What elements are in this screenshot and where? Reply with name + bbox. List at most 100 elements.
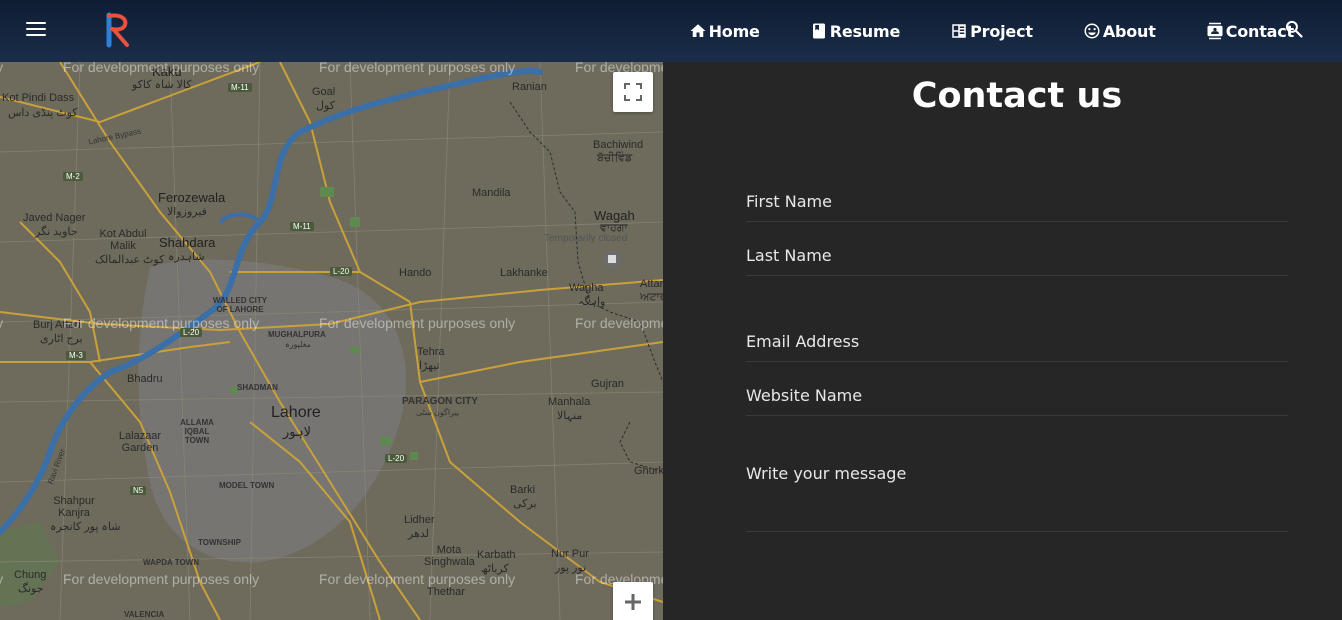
smile-icon bbox=[1084, 23, 1100, 39]
map-label: کوٹ پنڈی داس bbox=[8, 107, 78, 119]
map-label: برج اٹاری bbox=[40, 333, 83, 345]
map-label: Tehra bbox=[417, 346, 445, 358]
nav-resume[interactable]: Resume bbox=[810, 22, 900, 41]
map-label: منہالا bbox=[557, 410, 583, 422]
map-label: Thethar bbox=[427, 586, 465, 598]
map-label: MODEL TOWN bbox=[219, 481, 275, 490]
map-label: مغلپورہ bbox=[285, 340, 311, 349]
map-label: شاہ پور کانجرہ bbox=[50, 521, 121, 533]
map-label: Mandila bbox=[472, 187, 511, 199]
map-label: Barki bbox=[510, 484, 536, 496]
fullscreen-icon bbox=[624, 83, 642, 101]
logo[interactable] bbox=[103, 12, 133, 48]
nav-home-label: Home bbox=[708, 21, 760, 41]
map-label: جونگ bbox=[18, 583, 44, 595]
map-label: Kot Abdul Malik bbox=[99, 228, 147, 252]
map-label: Ferozewala bbox=[158, 190, 226, 205]
map-label: Bachiwind bbox=[593, 139, 644, 151]
zoom-in-button[interactable] bbox=[613, 582, 653, 620]
map-label: کالا شاہ کاکو bbox=[132, 79, 192, 91]
map-watermark: For development purposes only bbox=[63, 315, 260, 331]
nav-links: Home Resume Project About Contact bbox=[639, 0, 1294, 62]
nav-about-label: About bbox=[1102, 21, 1156, 41]
last-name-input[interactable] bbox=[746, 236, 1288, 276]
map-label: Goal bbox=[312, 86, 336, 98]
map-watermark: For development purposes only bbox=[319, 62, 516, 75]
map-watermark: For development purposes only bbox=[63, 571, 260, 587]
map-label: کول bbox=[316, 100, 335, 112]
nav-resume-label: Resume bbox=[829, 21, 901, 41]
map-watermark: For development purposes only bbox=[0, 62, 3, 75]
map-label: Lahore bbox=[271, 404, 321, 421]
nav-home[interactable]: Home bbox=[689, 22, 760, 41]
map-label: Hando bbox=[399, 267, 432, 279]
map-label: کوٹ عبدالمالک bbox=[95, 254, 165, 266]
map-label: Attari bbox=[640, 278, 663, 290]
contact-icon bbox=[1207, 22, 1223, 40]
map-label: TOWNSHIP bbox=[198, 538, 241, 547]
map-label: ਅਟਾਰੀ bbox=[640, 291, 663, 303]
search-icon[interactable] bbox=[1284, 19, 1304, 39]
map-label: Lalazaar Garden bbox=[118, 430, 162, 454]
map-label: Bhadru bbox=[127, 373, 163, 385]
map-label: Manhala bbox=[548, 396, 591, 408]
message-textarea[interactable] bbox=[746, 464, 1288, 532]
map-label: Javed Nager bbox=[23, 212, 86, 224]
map-label: پیراگون سٹی bbox=[416, 408, 460, 417]
map-label: Nur Pur bbox=[551, 548, 589, 560]
plus-icon bbox=[625, 594, 641, 610]
map-label: ALLAMA IQBAL TOWN bbox=[180, 418, 214, 445]
map-watermark: For development purposes only bbox=[0, 571, 3, 587]
nav-project[interactable]: Project bbox=[950, 22, 1033, 41]
map-label: Lidher bbox=[404, 514, 435, 526]
map-watermark: For development purposes only bbox=[319, 315, 516, 331]
road-badge: L-20 bbox=[385, 454, 408, 463]
map-label: ਬੱਚੀਵਿੰਡ bbox=[597, 152, 633, 164]
map-label: Mota Singhwala bbox=[424, 544, 475, 568]
map-watermark: For development purposes only bbox=[0, 315, 3, 331]
map-label: برکی bbox=[513, 498, 537, 510]
map-watermark: For development purposes only bbox=[63, 62, 260, 75]
map-label: جاوید نگر bbox=[35, 226, 78, 238]
map-label: Shahdara bbox=[159, 235, 216, 250]
home-icon bbox=[690, 24, 706, 37]
map-label: واہگہ bbox=[578, 296, 606, 308]
map-label: Karbath bbox=[477, 549, 516, 561]
map-label: WAPDA TOWN bbox=[143, 558, 199, 567]
map-label: Ghurk bbox=[634, 465, 663, 477]
contact-title: Contact us bbox=[911, 76, 1123, 116]
menu-icon[interactable] bbox=[26, 22, 46, 38]
project-icon bbox=[952, 24, 966, 38]
resume-icon bbox=[812, 23, 825, 39]
road-badge: M-3 bbox=[66, 351, 86, 360]
map-label: Shahpur Kanjra bbox=[53, 495, 95, 519]
top-navbar: Home Resume Project About Contact bbox=[0, 0, 1342, 62]
map-label: PARAGON CITY bbox=[402, 396, 478, 407]
nav-contact[interactable]: Contact bbox=[1206, 22, 1294, 41]
road-badge: M-11 bbox=[290, 222, 314, 231]
fullscreen-button[interactable] bbox=[613, 72, 653, 112]
website-input[interactable] bbox=[746, 376, 1288, 416]
map-label: WALLED CITY OF LAHORE bbox=[212, 296, 268, 314]
map[interactable]: Kaku کالا شاہ کاکو Kot Pindi Dass کوٹ پن… bbox=[0, 62, 663, 620]
map-label: Ranian bbox=[512, 81, 547, 93]
map-label: Wagha bbox=[569, 282, 604, 294]
map-label: شاہدرہ bbox=[168, 251, 205, 263]
email-input[interactable] bbox=[746, 322, 1288, 362]
map-label: VALENCIA bbox=[124, 610, 165, 619]
map-background bbox=[0, 62, 663, 620]
map-watermark: For development purposes only bbox=[575, 315, 663, 331]
map-label: Lakhanke bbox=[500, 267, 548, 279]
road-badge: L-20 bbox=[330, 267, 353, 276]
map-label: Temporarily closed bbox=[544, 233, 628, 244]
nav-about[interactable]: About bbox=[1083, 22, 1156, 41]
map-label: لاہور bbox=[283, 424, 312, 439]
map-label: تیھڑا bbox=[419, 360, 440, 372]
map-label: SHADMAN bbox=[237, 383, 278, 392]
map-watermark: For development purposes only bbox=[319, 571, 516, 587]
road-badge: N5 bbox=[130, 486, 147, 495]
map-label: Kot Pindi Dass bbox=[2, 92, 75, 104]
nav-project-label: Project bbox=[970, 21, 1033, 41]
map-label: فیروزوالا bbox=[167, 206, 207, 218]
first-name-input[interactable] bbox=[746, 182, 1288, 222]
